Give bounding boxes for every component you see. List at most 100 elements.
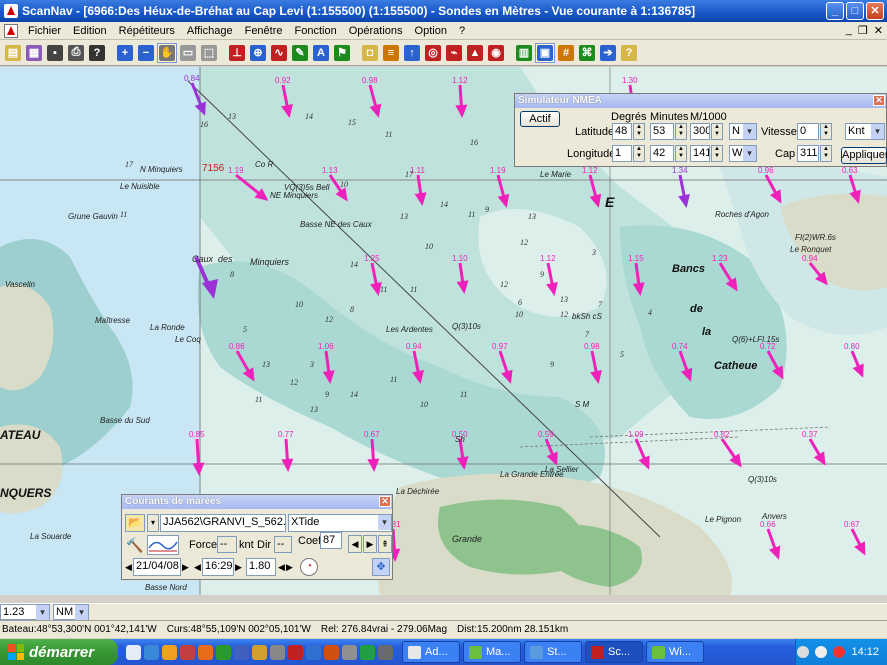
crosshair-button[interactable]: ⊕ xyxy=(248,43,268,63)
file-dropdown-button[interactable]: ▾ xyxy=(147,514,159,532)
pencil-button[interactable]: ✎ xyxy=(290,43,310,63)
wind-button[interactable]: ⌘ xyxy=(577,43,597,63)
time-next-button[interactable]: ▶ xyxy=(235,558,243,576)
latitude-hemisphere-select[interactable]: N xyxy=(729,123,757,140)
quick-launch-icon[interactable] xyxy=(126,644,141,660)
mdi-restore-button[interactable]: ❐ xyxy=(858,24,868,37)
appliquer-button[interactable]: Appliquer xyxy=(841,147,887,164)
speed-spinner[interactable]: ▲ ▼ xyxy=(820,123,832,140)
quick-launch-icon[interactable] xyxy=(144,644,159,660)
longitude-degrees-input[interactable]: 1 xyxy=(612,145,632,162)
mdi-minimize-button[interactable]: _ xyxy=(846,24,852,37)
longitude-degrees-spinner[interactable]: ▲ ▼ xyxy=(633,145,645,162)
current-button[interactable]: ▣ xyxy=(535,42,555,63)
tides-close-button[interactable]: ✕ xyxy=(379,496,391,507)
select-button[interactable]: ⬚ xyxy=(199,43,219,63)
save-button[interactable]: ▪ xyxy=(45,43,65,63)
new-button[interactable]: ▤ xyxy=(3,43,23,63)
select-rect-button[interactable]: ▭ xyxy=(178,43,198,63)
quick-launch-icon[interactable] xyxy=(360,644,375,660)
latitude-degrees-spinner[interactable]: ▲ ▼ xyxy=(633,123,645,140)
time-input[interactable]: 16:29 xyxy=(202,558,234,576)
track-button[interactable]: ∿ xyxy=(269,43,289,63)
menu-option[interactable]: Option xyxy=(409,25,453,37)
latitude-thousandths-spinner[interactable]: ▲ ▼ xyxy=(711,123,723,140)
tray-network-icon[interactable] xyxy=(797,646,810,658)
coef-prev-button[interactable]: ◀ xyxy=(348,535,362,553)
menu-fenetre[interactable]: Fenêtre xyxy=(239,25,289,37)
taskbar-button[interactable]: Ma... xyxy=(463,641,521,663)
quick-launch-icon[interactable] xyxy=(252,644,267,660)
quick-launch-icon[interactable] xyxy=(306,644,321,660)
quick-launch-icon[interactable] xyxy=(216,644,231,660)
start-button[interactable]: démarrer xyxy=(0,639,118,665)
route-plan-button[interactable]: ⌁ xyxy=(444,43,464,63)
longitude-minutes-input[interactable]: 42 xyxy=(650,145,674,162)
gps-button[interactable]: ◘ xyxy=(360,43,380,63)
menu-help[interactable]: ? xyxy=(453,25,471,37)
longitude-thousandths-input[interactable]: 141 xyxy=(690,145,710,162)
date-input[interactable]: 21/04/08 xyxy=(133,558,181,576)
help-button[interactable]: ? xyxy=(87,43,107,63)
date-next-button[interactable]: ▶ xyxy=(182,558,190,576)
quick-launch-icon[interactable] xyxy=(180,644,195,660)
quick-launch-icon[interactable] xyxy=(288,644,303,660)
nmea-button[interactable]: ≡ xyxy=(381,43,401,63)
quick-launch-icon[interactable] xyxy=(234,644,249,660)
mdi-close-button[interactable]: ✕ xyxy=(874,24,883,37)
tide-button[interactable]: ▥ xyxy=(514,43,534,63)
waypoint-button[interactable]: ⚑ xyxy=(332,43,352,63)
boat-button[interactable]: ▲ xyxy=(465,43,485,63)
collapse-button[interactable]: ⇞ xyxy=(378,535,392,553)
height-next-button[interactable]: ▶ xyxy=(286,558,294,576)
taskbar-button[interactable]: St... xyxy=(524,641,582,663)
latitude-thousandths-input[interactable]: 300 xyxy=(690,123,710,140)
help-pointer-button[interactable]: ? xyxy=(619,43,639,63)
text-button[interactable]: A xyxy=(311,43,331,63)
date-prev-button[interactable]: ◀ xyxy=(125,558,133,576)
up-button[interactable]: ↑ xyxy=(402,43,422,63)
zoom-out-button[interactable]: − xyxy=(136,43,156,63)
quick-launch-icon[interactable] xyxy=(342,644,357,660)
height-prev-button[interactable]: ◀ xyxy=(278,558,286,576)
minimize-button[interactable]: _ xyxy=(826,2,844,20)
latitude-minutes-spinner[interactable]: ▲ ▼ xyxy=(675,123,687,140)
tray-speaker-icon[interactable] xyxy=(815,646,828,658)
document-icon[interactable] xyxy=(4,23,18,38)
close-button[interactable]: ✕ xyxy=(866,2,884,20)
taskbar-button[interactable]: Sc... xyxy=(585,641,643,663)
current-file-input[interactable]: JJA562\GRANVI_S_562.cur xyxy=(160,514,286,532)
actif-button[interactable]: Actif xyxy=(520,111,560,127)
taskbar-button[interactable]: Wi... xyxy=(646,641,704,663)
scale-select[interactable]: 1.23 xyxy=(0,604,50,620)
tide-curve-icon[interactable] xyxy=(147,535,179,555)
speed-unit-select[interactable]: Knt xyxy=(845,123,885,140)
nmea-close-button[interactable]: ✕ xyxy=(873,95,885,106)
lifebuoy-button[interactable]: ◉ xyxy=(486,43,506,63)
unit-select[interactable]: NM xyxy=(53,604,89,620)
fit-window-button[interactable]: ✥ xyxy=(372,558,390,576)
heading-input[interactable]: 311 xyxy=(797,145,819,162)
print-button[interactable]: ⎙ xyxy=(66,43,86,63)
quick-launch-icon[interactable] xyxy=(270,644,285,660)
target-button[interactable]: ◎ xyxy=(423,43,443,63)
taskbar-button[interactable]: Ad... xyxy=(402,641,460,663)
menu-fonction[interactable]: Fonction xyxy=(289,25,343,37)
open-button[interactable]: ▦ xyxy=(24,43,44,63)
menu-affichage[interactable]: Affichage xyxy=(181,25,239,37)
maximize-button[interactable]: □ xyxy=(846,2,864,20)
latitude-minutes-input[interactable]: 53 xyxy=(650,123,674,140)
quick-launch-icon[interactable] xyxy=(162,644,177,660)
longitude-minutes-spinner[interactable]: ▲ ▼ xyxy=(675,145,687,162)
quick-launch-icon[interactable] xyxy=(324,644,339,660)
quick-launch-icon[interactable] xyxy=(198,644,213,660)
time-prev-button[interactable]: ◀ xyxy=(194,558,202,576)
tide-engine-select[interactable]: XTide xyxy=(288,514,392,532)
coef-next-button[interactable]: ▶ xyxy=(363,535,377,553)
arrow-button[interactable]: ➔ xyxy=(598,43,618,63)
heading-spinner[interactable]: ▲ ▼ xyxy=(820,145,832,162)
latitude-degrees-input[interactable]: 48 xyxy=(612,123,632,140)
hand-button[interactable]: ✋ xyxy=(157,42,177,63)
clock-icon[interactable]: ◔ xyxy=(300,558,318,576)
hammer-icon[interactable]: 🔨 xyxy=(125,535,145,555)
